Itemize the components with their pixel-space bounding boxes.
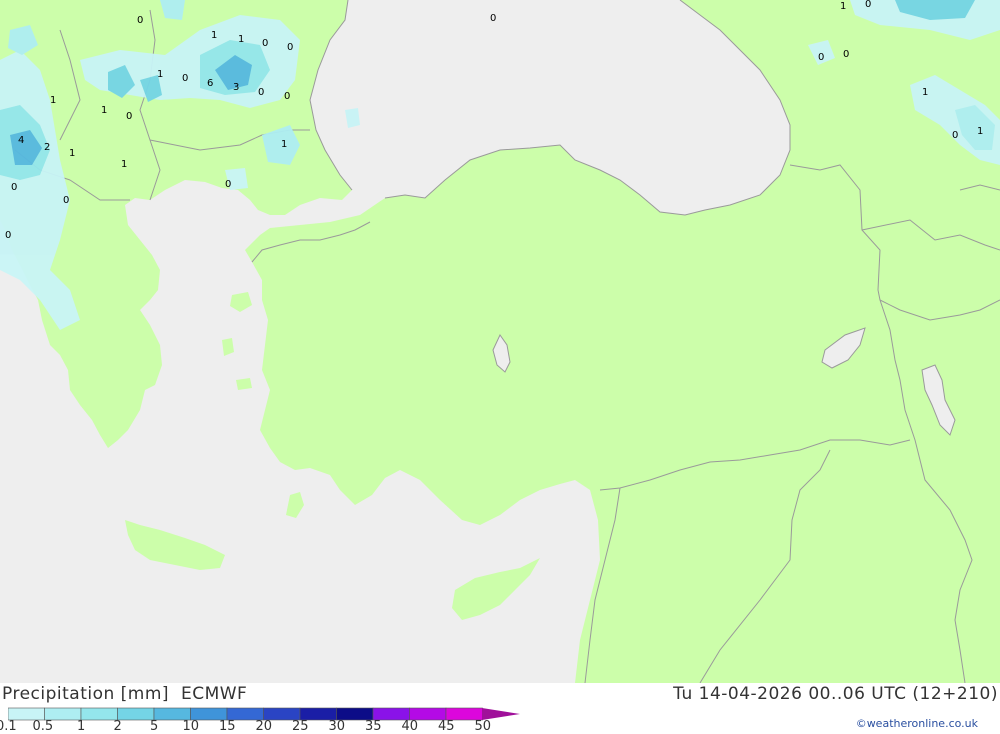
precip-label: 2	[44, 142, 50, 153]
precip-label: 1	[50, 95, 56, 106]
precip-label: 0	[182, 73, 188, 84]
precip-label: 0	[258, 87, 264, 98]
precip-label: 6	[207, 78, 213, 89]
precip-label: 0	[262, 38, 268, 49]
legend-title: Precipitation [mm] ECMWF	[2, 684, 253, 704]
precip-label: 0	[11, 182, 17, 193]
color-scale-box	[117, 707, 155, 721]
color-scale-label: 40	[401, 719, 419, 734]
forecast-datetime: Tu 14-04-2026 00..06 UTC (12+210)	[673, 684, 998, 704]
precip-label: 1	[157, 69, 163, 80]
color-scale-label: 0.5	[32, 719, 54, 734]
precip-label: 1	[840, 1, 846, 12]
precip-label: 1	[69, 148, 75, 159]
precip-label: 0	[225, 179, 231, 190]
precipitation-map: 0 0 1 1 0 0 1 0 6 3 0 0 1 1 0 1 4 2 1 1 …	[0, 0, 1000, 684]
legend-footer: Precipitation [mm] ECMWF Tu 14-04-2026 0…	[0, 683, 1000, 734]
precip-label: 1	[101, 105, 107, 116]
precip-label: 1	[281, 139, 287, 150]
precip-label: 1	[977, 126, 983, 137]
credit-link[interactable]: ©weatheronline.co.uk	[856, 717, 978, 730]
precip-label: 1	[211, 30, 217, 41]
color-scale-label: 0.1	[0, 719, 17, 734]
color-scale-label: 5	[150, 719, 159, 734]
color-scale-label: 45	[438, 719, 455, 734]
precip-label: 0	[126, 111, 132, 122]
precip-label: 0	[284, 91, 290, 102]
precip-label: 4	[18, 135, 24, 146]
color-scale-label: 2	[113, 719, 122, 734]
legend-model: ECMWF	[180, 684, 248, 704]
legend-title-text: Precipitation [mm]	[2, 684, 170, 704]
color-scale-label: 35	[365, 719, 382, 734]
color-scale-label: 1	[77, 719, 86, 734]
precip-label: 0	[137, 15, 143, 26]
color-scale-label: 50	[474, 719, 492, 734]
precip-label: 0	[287, 42, 293, 53]
color-scale-label: 25	[292, 719, 309, 734]
color-scale-label: 20	[255, 719, 273, 734]
precip-label: 1	[922, 87, 928, 98]
map-canvas: 0 0 1 1 0 0 1 0 6 3 0 0 1 1 0 1 4 2 1 1 …	[0, 0, 1000, 684]
color-scale-box	[80, 707, 118, 721]
precip-label: 0	[490, 13, 496, 24]
color-scale-label: 10	[182, 719, 200, 734]
precip-label: 0	[818, 52, 824, 63]
precip-label: 0	[843, 49, 849, 60]
precip-label: 0	[5, 230, 11, 241]
color-scale-label: 30	[328, 719, 346, 734]
precip-label: 0	[865, 0, 871, 10]
color-scale-label: 15	[219, 719, 236, 734]
precip-label: 1	[238, 34, 244, 45]
land-island-samos	[236, 378, 252, 390]
precip-label: 3	[233, 82, 239, 93]
precip-label: 1	[121, 159, 127, 170]
precip-label: 0	[63, 195, 69, 206]
precip-label: 0	[952, 130, 958, 141]
